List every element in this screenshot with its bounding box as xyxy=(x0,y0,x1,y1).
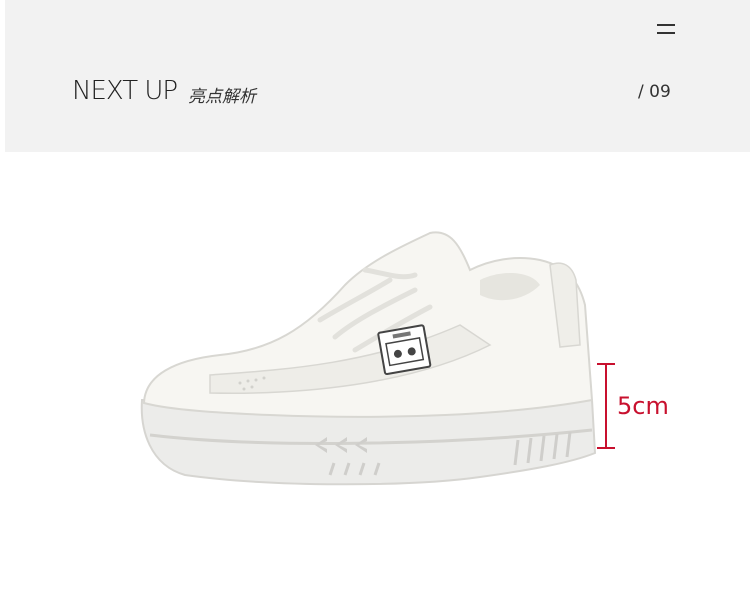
page-title: NEXT UP xyxy=(72,76,178,106)
height-label: 5cm xyxy=(617,392,669,420)
sneaker-image xyxy=(140,231,597,486)
menu-icon[interactable] xyxy=(657,24,677,36)
page-number: / 09 xyxy=(638,82,671,102)
height-indicator xyxy=(594,363,618,451)
page-subtitle: 亮点解析 xyxy=(188,87,256,107)
